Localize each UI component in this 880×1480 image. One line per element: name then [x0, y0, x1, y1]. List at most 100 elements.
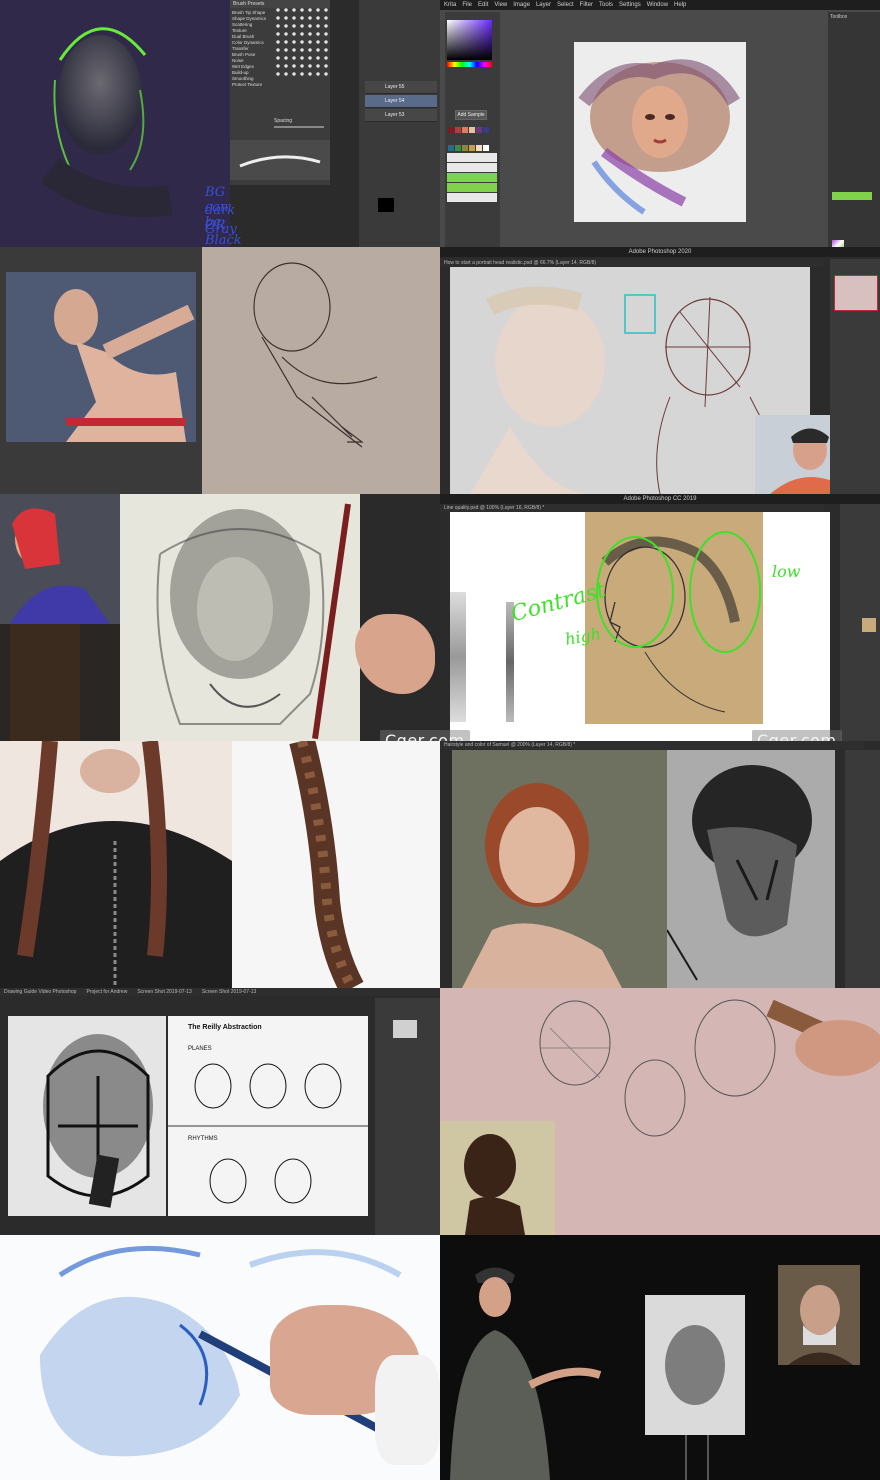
document-tab[interactable]: Screen Shot 2019-07-13 [202, 989, 256, 995]
ps-canvas-2[interactable]: Contrast high low [450, 512, 830, 741]
palette-swatch[interactable] [454, 126, 461, 133]
document-tab[interactable]: Screen Shot 2019-07-13 [137, 989, 191, 995]
palette-swatch[interactable] [447, 144, 454, 151]
tile-braids [0, 741, 440, 988]
document-tab[interactable]: Project for Andrew [86, 989, 127, 995]
ps-right-panels [830, 259, 880, 494]
krita-layer-row[interactable] [447, 183, 497, 192]
tile-value-study: Hairstyle and color of Samuel @ 200% (La… [440, 741, 880, 988]
easel-sketchbook[interactable] [645, 1295, 745, 1435]
glow-portrait-canvas[interactable]: BG can be dark OR Black Gray [0, 0, 242, 247]
ps-tools-right [845, 750, 880, 988]
spacing-slider[interactable] [274, 126, 324, 128]
menu-item[interactable]: View [494, 2, 507, 8]
krita-menu-bar: Krita File Edit View Image Layer Select Filter T… [440, 0, 880, 10]
ps-doc-tab-3[interactable]: Hairstyle and color of Samuel @ 200% (La… [440, 741, 864, 749]
layer-thumb-orange[interactable] [862, 618, 876, 632]
glow-portrait-art [0, 0, 230, 247]
tile-charcoal-session [0, 494, 440, 741]
layer-row[interactable]: Layer 55 [365, 81, 437, 94]
palette-swatch[interactable] [461, 144, 468, 151]
krita-layers [447, 152, 497, 203]
krita-layer-row[interactable] [447, 193, 497, 202]
menu-item[interactable]: Krita [444, 2, 456, 8]
ps-tab-strip: Drawing Guide Video Photoshop Project for… [0, 988, 440, 996]
layer-thumb[interactable] [393, 1020, 417, 1038]
palette-swatch[interactable] [482, 126, 489, 133]
worksheet-page[interactable]: The Reilly Abstraction PLANES RHYTHMS [168, 1016, 368, 1216]
tile-head-construction: Adobe Photoshop 2020 How to start a port… [440, 247, 880, 494]
krita-layer-row[interactable] [447, 163, 497, 172]
reference-photo-woman [440, 1121, 555, 1235]
navigator-thumb[interactable] [834, 275, 878, 311]
tile-easel-demo [440, 1235, 880, 1480]
watermark-right: Cger.com [752, 730, 842, 741]
toolbox-label: Toolbox [830, 14, 848, 20]
easel-stand [685, 1435, 709, 1480]
braids-photo [0, 741, 232, 988]
easel-wood [10, 624, 80, 741]
menu-item[interactable]: Filter [580, 2, 593, 8]
menu-item[interactable]: Layer [536, 2, 551, 8]
ps-doc-tab[interactable]: How to start a portrait head realistic.p… [440, 259, 824, 267]
palette-swatch[interactable] [468, 144, 475, 151]
krita-layer-row[interactable] [447, 153, 497, 162]
krita-brush-preset[interactable] [832, 192, 872, 200]
ps-right-panels-3 [375, 998, 440, 1235]
tile-blue-pencil: CO PENCIL [0, 1235, 440, 1480]
charcoal-portrait-paper[interactable] [120, 494, 360, 741]
instructor-figure [440, 1255, 640, 1480]
annotation-bg-line3: Gray [205, 222, 237, 237]
tile-glow-portrait: BG can be dark OR Black Gray Brush Prese… [0, 0, 440, 247]
ps-doc-tab-2[interactable]: Line quality.psd @ 100% (Layer 16, RGB/8… [440, 504, 824, 512]
tile-pink-paper-heads [440, 988, 880, 1235]
value-study-canvas[interactable] [666, 750, 835, 988]
krita-brush-preset-2[interactable] [832, 240, 844, 247]
gesture-sketch-paper[interactable] [202, 247, 440, 494]
krita-left-docker: Add Sample [445, 12, 500, 247]
menu-item[interactable]: Image [513, 2, 530, 8]
layer-list: Layer 55 Layer 54 Layer 53 [365, 80, 437, 123]
palette-swatch[interactable] [475, 144, 482, 151]
girl-portrait-art [578, 59, 741, 215]
reference-photo [6, 272, 196, 442]
marker-drawing-photo[interactable] [8, 1016, 166, 1216]
palette-swatch[interactable] [482, 144, 489, 151]
palette-swatch[interactable] [461, 126, 468, 133]
menu-item[interactable]: Help [674, 2, 686, 8]
tile-line-quality: Adobe Photoshop CC 2019 Line quality.psd… [440, 494, 880, 741]
layer-row[interactable]: Layer 53 [365, 109, 437, 122]
spacing-label: Spacing [274, 118, 293, 124]
braid-painting[interactable] [232, 741, 440, 988]
krita-layer-row[interactable] [447, 173, 497, 182]
tile-neck-gesture [0, 247, 440, 494]
color-selector[interactable] [447, 20, 492, 60]
tile-krita-painting: Krita File Edit View Image Layer Select Filter T… [440, 0, 880, 247]
krita-canvas[interactable] [574, 42, 746, 222]
model-video-inset [0, 494, 120, 624]
menu-item[interactable]: Tools [599, 2, 613, 8]
layer-row[interactable]: Layer 54 [365, 95, 437, 108]
menu-item[interactable]: Edit [478, 2, 488, 8]
reference-portrait [778, 1265, 860, 1365]
color-swatch-black[interactable] [378, 198, 394, 212]
brush-setting-item[interactable]: Protect Texture [232, 82, 272, 88]
brush-tip-grid[interactable] [274, 6, 328, 76]
worksheet-heading: The Reilly Abstraction [188, 1024, 262, 1031]
palette-swatch[interactable] [454, 144, 461, 151]
menu-item[interactable]: File [462, 2, 472, 8]
hue-strip[interactable] [447, 62, 492, 67]
ps-app-title-2: Adobe Photoshop CC 2019 [440, 494, 880, 504]
label-planes: PLANES [188, 1046, 212, 1052]
cotton-glove [375, 1355, 440, 1465]
menu-item[interactable]: Window [647, 2, 668, 8]
label-rhythms: RHYTHMS [188, 1136, 218, 1142]
menu-item[interactable]: Select [557, 2, 574, 8]
menu-item[interactable]: Settings [619, 2, 641, 8]
document-tab[interactable]: Drawing Guide Video Photoshop [4, 989, 76, 995]
palette-swatch[interactable] [475, 126, 482, 133]
ps-app-title: Adobe Photoshop 2020 [440, 247, 880, 257]
palette-swatch[interactable] [447, 126, 454, 133]
add-sample-button[interactable]: Add Sample [455, 110, 487, 120]
palette-swatch[interactable] [468, 126, 475, 133]
